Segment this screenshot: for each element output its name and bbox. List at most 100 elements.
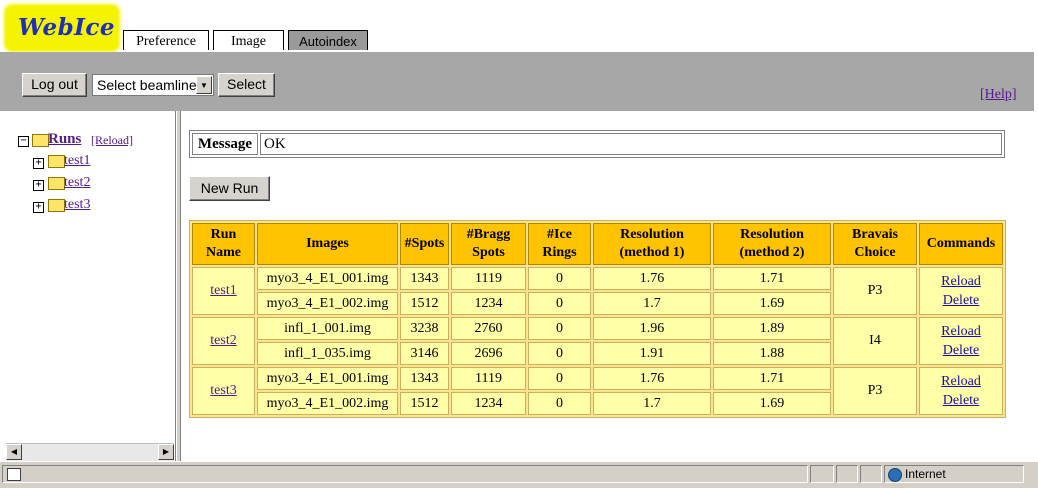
tab-preference[interactable]: Preference [123,30,209,50]
reload-run-link[interactable]: Reload [941,322,981,341]
image-cell: infl_1_001.img [257,317,398,340]
bragg-cell: 1234 [451,292,526,315]
spots-cell: 1512 [400,292,449,315]
dropdown-arrow-icon[interactable]: ▼ [196,76,212,94]
bragg-cell: 1234 [451,392,526,415]
res2-cell: 1.69 [713,292,831,315]
frame-splitter[interactable] [176,111,181,461]
header-run-name: Run Name [192,223,255,265]
collapse-icon[interactable]: − [18,136,29,147]
reload-run-link[interactable]: Reload [941,372,981,391]
res1-cell: 1.91 [593,342,711,365]
logo-text: WebIce [18,14,116,41]
tree-item-label[interactable]: test1 [64,153,90,169]
page-icon [7,468,21,481]
bravais-cell: P3 [833,267,917,315]
ice-cell: 0 [528,317,591,340]
header-resolution-2: Resolution (method 2) [713,223,831,265]
logout-button[interactable]: Log out [22,73,87,97]
tree-reload-link[interactable]: [Reload] [91,133,133,148]
header-bragg-spots: #Bragg Spots [451,223,526,265]
spots-cell: 3146 [400,342,449,365]
folder-icon [48,155,65,168]
zone-label: Internet [905,467,946,481]
message-label: Message [192,133,258,155]
status-panel [810,465,834,483]
res1-cell: 1.76 [593,267,711,290]
res2-cell: 1.71 [713,367,831,390]
res2-cell: 1.71 [713,267,831,290]
image-cell: myo3_4_E1_002.img [257,292,398,315]
zone-panel: Internet [884,465,1024,483]
ice-cell: 0 [528,367,591,390]
tree-item-label[interactable]: test2 [64,175,90,191]
expand-icon[interactable]: + [33,158,44,169]
folder-icon [48,199,65,212]
bragg-cell: 2696 [451,342,526,365]
expand-icon[interactable]: + [33,202,44,213]
message-box: Message OK [189,130,1005,158]
tree-item-label[interactable]: test3 [64,197,90,213]
bragg-cell: 1119 [451,367,526,390]
header-resolution-1: Resolution (method 1) [593,223,711,265]
help-link[interactable]: [Help] [980,87,1017,103]
spots-cell: 1343 [400,367,449,390]
header-images: Images [257,223,398,265]
status-panel [836,465,858,483]
commands-cell: Reload Delete [919,267,1003,315]
spots-cell: 1343 [400,267,449,290]
folder-open-icon [32,134,49,147]
image-cell: infl_1_035.img [257,342,398,365]
commands-cell: Reload Delete [919,367,1003,415]
webice-logo: WebIce [6,6,118,50]
message-value: OK [260,133,1002,155]
ice-cell: 0 [528,267,591,290]
expand-icon[interactable]: + [33,180,44,191]
res1-cell: 1.7 [593,292,711,315]
ice-cell: 0 [528,292,591,315]
header-bravais: Bravais Choice [833,223,917,265]
header-spots: #Spots [400,223,449,265]
new-run-button[interactable]: New Run [189,176,270,201]
tree-root-runs[interactable]: Runs [48,131,81,148]
ice-cell: 0 [528,392,591,415]
runs-table: Run Name Images #Spots #Bragg Spots #Ice… [189,220,1006,418]
run-tree-panel: − Runs [Reload] + test1 + test2 + test3 [0,111,176,461]
res2-cell: 1.69 [713,392,831,415]
ice-cell: 0 [528,342,591,365]
status-text-panel [2,465,808,483]
beamline-select[interactable]: Select beamline ▼ [92,74,214,96]
run-link[interactable]: test1 [210,282,236,300]
delete-run-link[interactable]: Delete [943,391,980,410]
header-commands: Commands [919,223,1003,265]
image-cell: myo3_4_E1_001.img [257,367,398,390]
image-cell: myo3_4_E1_001.img [257,267,398,290]
select-button[interactable]: Select [218,73,275,97]
delete-run-link[interactable]: Delete [943,341,980,360]
scroll-left-icon[interactable]: ◀ [6,444,22,460]
bravais-cell: P3 [833,367,917,415]
header-ice-rings: #Ice Rings [528,223,591,265]
tab-autoindex[interactable]: Autoindex [288,30,368,50]
run-link[interactable]: test3 [210,382,236,400]
spots-cell: 3238 [400,317,449,340]
scroll-right-icon[interactable]: ▶ [158,444,174,460]
commands-cell: Reload Delete [919,317,1003,365]
res2-cell: 1.88 [713,342,831,365]
delete-run-link[interactable]: Delete [943,291,980,310]
spots-cell: 1512 [400,392,449,415]
run-name-cell: test3 [192,367,255,415]
res1-cell: 1.76 [593,367,711,390]
status-bar: Internet [0,461,1038,488]
globe-icon [888,468,902,482]
tab-image[interactable]: Image [213,30,284,50]
folder-icon [48,177,65,190]
status-panel [860,465,882,483]
run-name-cell: test1 [192,267,255,315]
res2-cell: 1.89 [713,317,831,340]
run-link[interactable]: test2 [210,332,236,350]
reload-run-link[interactable]: Reload [941,272,981,291]
tree-horizontal-scrollbar[interactable]: ◀ ▶ [6,443,174,461]
image-cell: myo3_4_E1_002.img [257,392,398,415]
run-name-cell: test2 [192,317,255,365]
